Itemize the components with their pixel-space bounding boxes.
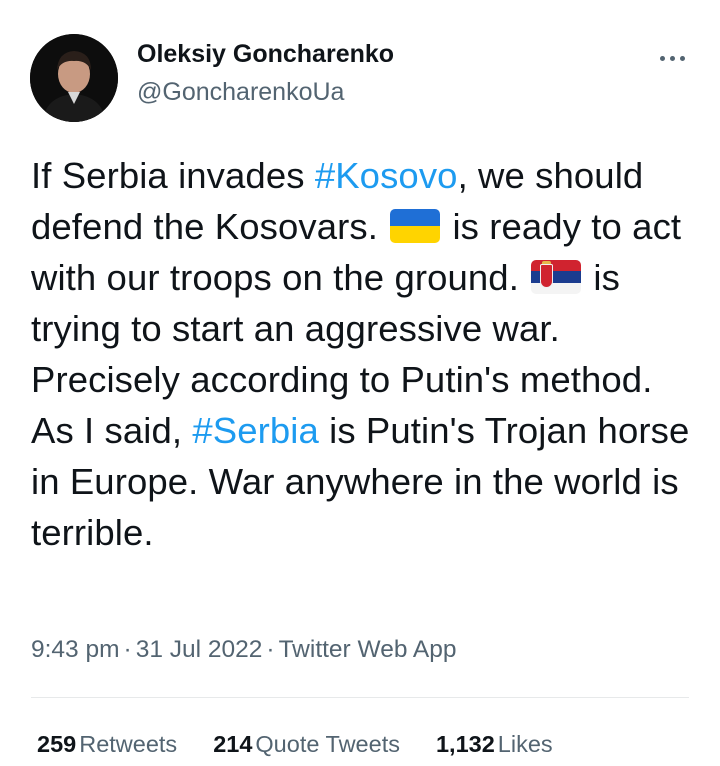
serbia-flag-icon — [531, 260, 582, 294]
author-handle[interactable]: @GoncharenkoUa — [137, 78, 344, 107]
tweet-metadata: 9:43 pm · 31 Jul 2022 · Twitter Web App — [31, 636, 457, 664]
more-options-button[interactable] — [650, 44, 694, 72]
more-dot — [669, 55, 675, 61]
separator: · — [266, 636, 275, 663]
quote-tweets-stat[interactable]: 214 Quote Tweets — [213, 731, 400, 758]
quote-tweets-count: 214 — [213, 731, 253, 757]
tweet-date[interactable]: 31 Jul 2022 — [136, 636, 263, 663]
engagement-stats: 259 Retweets 214 Quote Tweets 1,132 Likes — [37, 731, 553, 758]
retweets-stat[interactable]: 259 Retweets — [37, 731, 177, 758]
likes-label: Likes — [497, 731, 553, 757]
author-display-name[interactable]: Oleksiy Goncharenko — [137, 40, 394, 69]
tweet-text: If Serbia invades #Kosovo, we should def… — [31, 150, 695, 558]
likes-stat[interactable]: 1,132 Likes — [436, 731, 553, 758]
tweet-source-link[interactable]: Twitter Web App — [279, 636, 457, 663]
avatar[interactable] — [30, 34, 118, 122]
hashtag-link-serbia[interactable]: #Serbia — [192, 410, 319, 451]
tweet-text-segment: If Serbia invades — [31, 155, 315, 196]
divider — [31, 697, 689, 698]
tweet-card: Oleksiy Goncharenko @GoncharenkoUa If Se… — [0, 0, 720, 766]
retweets-label: Retweets — [79, 731, 178, 757]
profile-photo-icon — [30, 34, 118, 122]
separator: · — [123, 636, 132, 663]
tweet-time[interactable]: 9:43 pm — [31, 636, 120, 663]
ukraine-flag-icon — [390, 209, 441, 243]
quote-tweets-label: Quote Tweets — [255, 731, 400, 757]
retweets-count: 259 — [37, 731, 77, 757]
hashtag-link-kosovo[interactable]: #Kosovo — [315, 155, 458, 196]
likes-count: 1,132 — [435, 731, 495, 757]
more-dot — [679, 55, 685, 61]
more-dot — [659, 55, 665, 61]
